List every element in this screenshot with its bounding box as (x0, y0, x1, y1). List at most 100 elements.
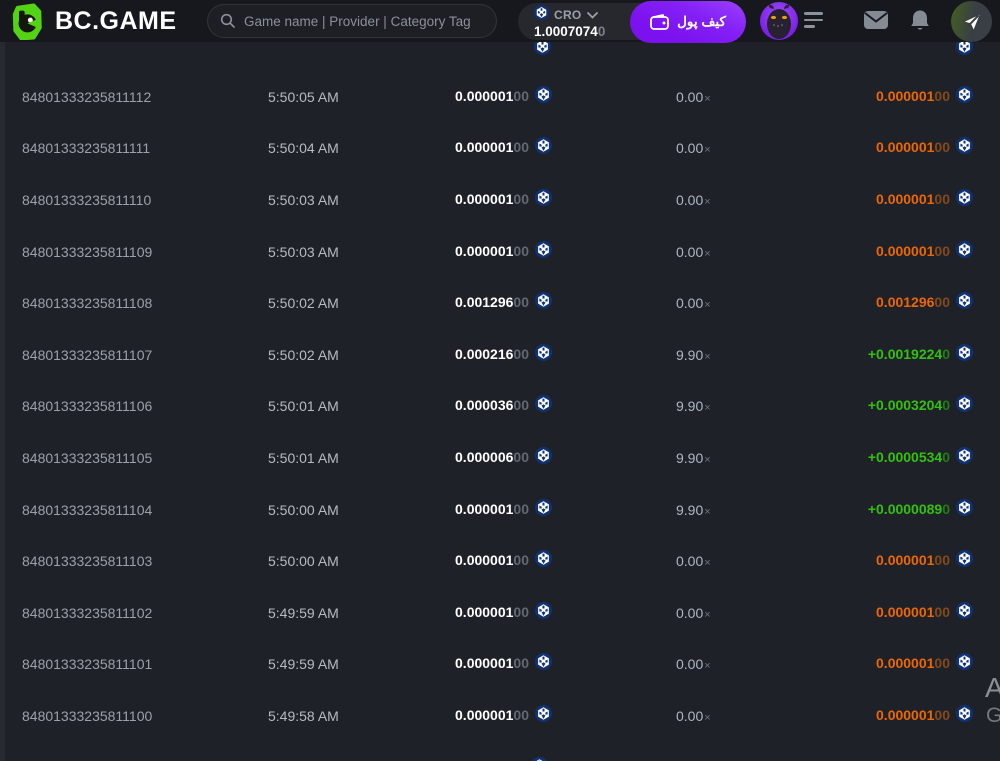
bet-multiplier-value: 9.90 (676, 398, 704, 415)
bet-amount: 0.00021600 (455, 346, 529, 364)
avatar-dragon (767, 4, 791, 39)
table-row[interactable]: 84801333235811106 5:50:01 AM 0.00003600 … (0, 381, 1000, 433)
bet-amount-dim: 00 (513, 552, 529, 569)
cro-coin-icon (535, 137, 552, 155)
bet-multiplier-value: 9.90 (676, 501, 704, 518)
bet-id: 84801333235811107 (22, 346, 153, 363)
bet-multiplier: 0.00× (676, 605, 766, 621)
bet-amount: 0.00000100 (455, 139, 529, 157)
bet-payout-main: 0.000001 (876, 603, 935, 620)
bc-game-logo[interactable]: BC.GAME (10, 3, 177, 40)
cro-coin-icon (956, 85, 973, 103)
payout-cell: 0.00000100 (766, 240, 973, 263)
bet-amount: 0.00000600 (455, 449, 529, 467)
table-row[interactable]: 84801333235811100 5:49:58 AM 0.00000100 … (0, 690, 1000, 742)
payout-cell: 0.00000100 (766, 188, 973, 211)
bet-amount-main: 0.000001 (455, 87, 514, 104)
notifications-bell-icon[interactable] (909, 9, 931, 33)
bet-amount-dim: 00 (513, 500, 529, 517)
mail-icon[interactable] (863, 9, 889, 31)
bet-multiplier-value: 0.00 (676, 707, 704, 724)
search-placeholder: Game name | Provider | Category Tag (244, 13, 471, 29)
cro-coin-icon-partial (531, 757, 548, 761)
table-row[interactable]: 84801333235811102 5:49:59 AM 0.00000100 … (0, 587, 1000, 639)
bet-payout-dim: 00 (934, 242, 950, 259)
table-row[interactable]: 84801333235811107 5:50:02 AM 0.00021600 … (0, 329, 1000, 381)
bet-amount-cell: 0.00000100 (388, 601, 552, 624)
cro-coin-icon-slot (535, 446, 552, 469)
bet-payout-main: +0.0000089 (867, 500, 943, 517)
bet-multiplier: 0.00× (676, 89, 766, 105)
bet-amount-main: 0.000001 (455, 552, 514, 569)
menu-list-icon[interactable] (804, 12, 823, 32)
cro-coin-icon (956, 550, 973, 568)
wallet-button[interactable]: کیف پول (630, 1, 746, 43)
bet-payout-dim: 00 (934, 87, 950, 104)
bet-amount-main: 0.000001 (455, 139, 514, 156)
cro-coin-icon-slot (535, 137, 552, 159)
bet-payout-dim: 00 (934, 552, 950, 569)
table-row[interactable]: 84801333235811110 5:50:03 AM 0.00000100 … (0, 174, 1000, 226)
cro-coin-icon-slot (535, 601, 552, 624)
bet-payout-main: 0.000001 (876, 655, 935, 672)
cro-coin-icon-slot (956, 498, 973, 521)
cro-coin-icon (535, 395, 552, 413)
search-input[interactable]: Game name | Provider | Category Tag (207, 4, 497, 38)
times-symbol: × (704, 711, 711, 724)
cro-coin-icon-slot (956, 704, 973, 727)
cro-coin-icon-slot (956, 240, 973, 263)
bet-amount-cell: 0.00000100 (388, 498, 552, 521)
bet-payout: +0.00005340 (868, 449, 950, 467)
bet-time: 5:50:00 AM (268, 553, 339, 570)
table-row[interactable]: 84801333235811109 5:50:03 AM 0.00000100 … (0, 226, 1000, 278)
table-row[interactable]: 84801333235811111 5:50:04 AM 0.00000100 … (0, 123, 1000, 175)
bet-amount-main: 0.000036 (455, 397, 514, 414)
times-symbol: × (704, 144, 711, 157)
payout-cell: +0.00000890 (766, 498, 973, 521)
payout-cell: +0.00005340 (766, 446, 973, 469)
bet-amount-cell: 0.00000100 (388, 550, 552, 572)
bet-amount-main: 0.000216 (455, 345, 514, 362)
bet-payout-main: 0.001296 (876, 294, 935, 311)
cutoff-letter-top: A (985, 672, 1000, 703)
bet-payout: 0.00000100 (876, 88, 950, 106)
bets-table-body: 84801333235811112 5:50:05 AM 0.00000100 … (0, 42, 1000, 742)
cro-coin-icon (532, 757, 547, 761)
cro-coin-icon (535, 85, 552, 103)
chevron-down-icon (586, 11, 598, 19)
bet-multiplier: 9.90× (676, 398, 766, 414)
bet-multiplier: 9.90× (676, 450, 766, 466)
table-row[interactable]: 84801333235811105 5:50:01 AM 0.00000600 … (0, 432, 1000, 484)
cro-coin-icon (956, 343, 973, 361)
table-row[interactable]: 84801333235811112 5:50:05 AM 0.00000100 … (0, 71, 1000, 123)
bet-amount: 0.00000100 (455, 88, 529, 106)
bet-payout: 0.00000100 (876, 707, 950, 725)
bet-amount-main: 0.000001 (455, 500, 514, 517)
cro-coin-icon (535, 446, 552, 464)
cro-coin-icon (956, 292, 973, 310)
times-symbol: × (704, 247, 711, 260)
bet-amount-cell: 0.00000100 (388, 240, 552, 263)
bet-amount-dim: 00 (513, 603, 529, 620)
bet-time: 5:49:59 AM (268, 656, 339, 673)
table-row[interactable]: 84801333235811103 5:50:00 AM 0.00000100 … (0, 535, 1000, 587)
bet-payout-dim: 00 (934, 706, 950, 723)
bet-amount: 0.00000100 (455, 707, 529, 725)
payout-cell: 0.00000100 (766, 85, 973, 108)
bet-time: 5:50:01 AM (268, 398, 339, 415)
bet-id: 84801333235811102 (22, 604, 153, 621)
bet-payout-dim: 0 (942, 500, 950, 517)
times-symbol: × (704, 505, 711, 518)
table-row[interactable]: 84801333235811104 5:50:00 AM 0.00000100 … (0, 484, 1000, 536)
table-row[interactable]: 84801333235811108 5:50:02 AM 0.00129600 … (0, 277, 1000, 329)
table-row[interactable]: 84801333235811101 5:49:59 AM 0.00000100 … (0, 639, 1000, 691)
bet-time: 5:50:00 AM (268, 501, 339, 518)
bet-payout-dim: 00 (934, 655, 950, 672)
payout-cell: 0.00000100 (766, 137, 973, 159)
bet-amount-cell: 0.00000100 (388, 85, 552, 108)
bet-multiplier: 0.00× (676, 244, 766, 260)
avatar[interactable] (760, 2, 798, 40)
bet-payout: 0.00000100 (876, 655, 950, 673)
chat-toggle-icon[interactable] (951, 1, 992, 42)
bet-multiplier-value: 0.00 (676, 656, 704, 673)
